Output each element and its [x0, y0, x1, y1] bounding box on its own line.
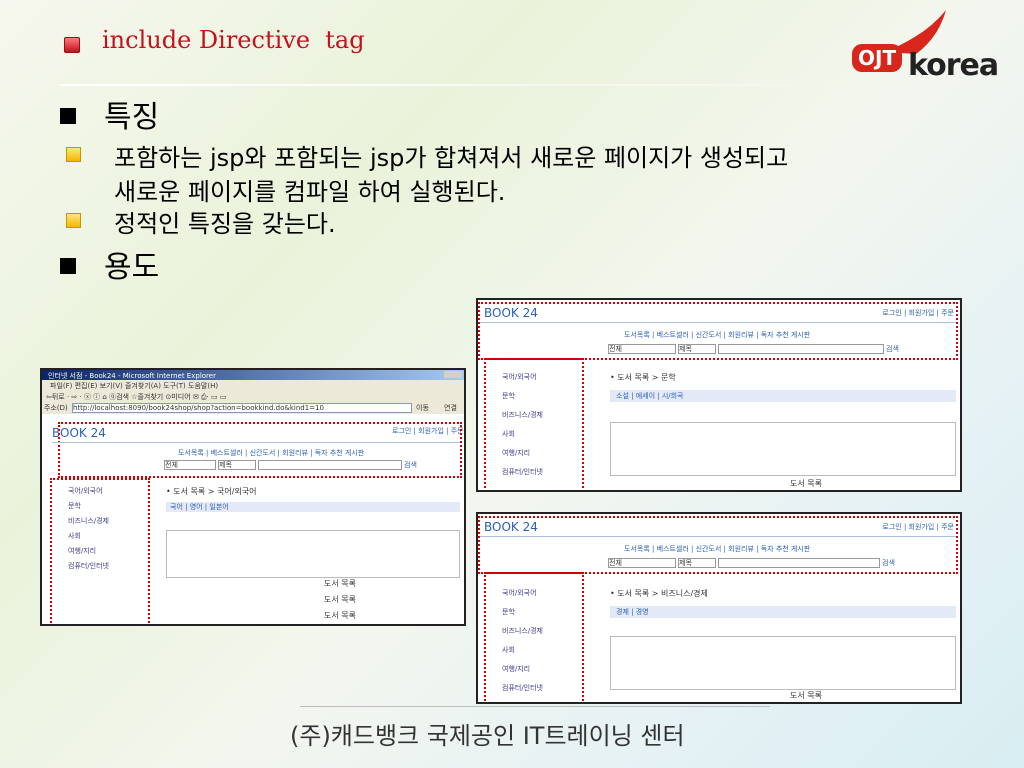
point-1-line-1: 포함하는 jsp와 포함되는 jsp가 합쳐져서 새로운 페이지가 생성되고 — [114, 144, 789, 172]
category-list: 국어/외국어 문학 비즈니스/경제 사회 여행/지리 컴퓨터/인터넷 — [68, 486, 109, 576]
category-item[interactable]: 사회 — [502, 645, 543, 664]
search-button[interactable]: 검색 — [886, 344, 899, 354]
window-titlebar: 인터넷 서점 - Book24 - Microsoft Internet Exp… — [42, 370, 464, 380]
section-heading-usage: 용도 — [104, 250, 160, 285]
toolbar[interactable]: ⇦뒤로 · ⇨ · ⓧ ⓘ ⌂ ⓠ검색 ☆즐겨찾기 ⊙미디어 ✉ ⎙· ▭ ▭ — [46, 392, 226, 402]
category-item[interactable]: 사회 — [502, 429, 543, 448]
browser-screenshot: 인터넷 서점 - Book24 - Microsoft Internet Exp… — [40, 368, 466, 626]
address-label: 주소(D) — [44, 404, 68, 412]
category-item[interactable]: 비즈니스/경제 — [502, 626, 543, 645]
search-button[interactable]: 검색 — [882, 558, 895, 568]
breadcrumb: • 도서 목록 > 문학 — [610, 373, 676, 382]
category-item[interactable]: 컴퓨터/인터넷 — [502, 467, 543, 486]
page-screenshot-literature: BOOK 24 로그인 | 회원가입 | 주문 도서목록 | 베스트셀러 | 신… — [476, 298, 962, 492]
category-item[interactable]: 사회 — [68, 531, 109, 546]
category-item[interactable]: 여행/지리 — [502, 448, 543, 467]
browser-chrome: 파일(F) 편집(E) 보기(V) 즐겨찾기(A) 도구(T) 도움말(H) ⇦… — [42, 380, 464, 414]
book-list-row[interactable]: 도서 목록 — [324, 594, 356, 605]
breadcrumb: • 도서 목록 > 비즈니스/경제 — [610, 589, 708, 598]
ojt-korea-logo: OJT korea — [846, 8, 1016, 88]
search-category-select[interactable]: 전체 — [608, 344, 676, 354]
content-box — [610, 636, 956, 690]
bullet-square-icon — [60, 258, 76, 274]
category-item[interactable]: 여행/지리 — [502, 664, 543, 683]
category-item[interactable]: 컴퓨터/인터넷 — [502, 683, 543, 702]
category-item[interactable]: 문학 — [502, 607, 543, 626]
category-list: 국어/외국어 문학 비즈니스/경제 사회 여행/지리 컴퓨터/인터넷 — [502, 588, 543, 702]
top-nav[interactable]: 도서목록 | 베스트셀러 | 신간도서 | 회원리뷰 | 독자 추천 게시판 — [624, 544, 810, 554]
menu-bar[interactable]: 파일(F) 편집(E) 보기(V) 즐겨찾기(A) 도구(T) 도움말(H) — [50, 381, 218, 391]
subcategory-bar[interactable]: 소설 | 에세이 | 시/희곡 — [610, 390, 956, 402]
search-input[interactable] — [718, 344, 884, 354]
category-item[interactable]: 비즈니스/경제 — [502, 410, 543, 429]
slide-title: include Directive tag — [102, 26, 365, 54]
page-screenshot-business: BOOK 24 로그인 | 회원가입 | 주문 도서목록 | 베스트셀러 | 신… — [476, 512, 962, 704]
category-item[interactable]: 여행/지리 — [68, 546, 109, 561]
book-list-row[interactable]: 도서 목록 — [790, 690, 822, 701]
book-list-row[interactable]: 도서 목록 — [324, 578, 356, 589]
point-1-line-2: 새로운 페이지를 컴파일 하여 실행된다. — [114, 178, 506, 206]
category-item[interactable]: 문학 — [502, 391, 543, 410]
category-item[interactable]: 국어/외국어 — [68, 486, 109, 501]
content-box — [610, 422, 956, 476]
go-button[interactable]: 이동 — [416, 403, 429, 413]
category-item[interactable]: 국어/외국어 — [502, 588, 543, 607]
search-category-select[interactable]: 전체 — [164, 460, 216, 470]
address-input[interactable]: http://localhost:8090/book24shop/shop?ac… — [72, 403, 412, 413]
category-item[interactable]: 문학 — [68, 501, 109, 516]
point-2: 정적인 특징을 갖는다. — [114, 210, 336, 238]
category-item[interactable]: 컴퓨터/인터넷 — [68, 561, 109, 576]
bullet-yellow-icon — [66, 213, 81, 228]
window-controls[interactable] — [444, 371, 462, 378]
search-field-select[interactable]: 제목 — [678, 558, 716, 568]
subcategory-bar[interactable]: 경제 | 경영 — [610, 606, 956, 618]
category-item[interactable]: 비즈니스/경제 — [68, 516, 109, 531]
header-rule — [52, 442, 460, 443]
links-button[interactable]: 연결 — [444, 403, 457, 413]
subcategory-bar[interactable]: 국어 | 영어 | 일본어 — [166, 502, 460, 512]
search-input[interactable] — [258, 460, 402, 470]
search-input[interactable] — [718, 558, 880, 568]
logo-ojt-text: OJT — [852, 44, 903, 72]
top-nav[interactable]: 도서목록 | 베스트셀러 | 신간도서 | 회원리뷰 | 독자 추천 게시판 — [178, 448, 364, 458]
content-box — [166, 530, 460, 578]
footer-text: (주)캐드뱅크 국제공인 IT트레이닝 센터 — [290, 722, 685, 750]
top-nav[interactable]: 도서목록 | 베스트셀러 | 신간도서 | 회원리뷰 | 독자 추천 게시판 — [624, 330, 810, 340]
category-item[interactable]: 국어/외국어 — [502, 372, 543, 391]
book-list-row[interactable]: 도서 목록 — [790, 478, 822, 489]
title-bullet-icon — [64, 37, 80, 53]
search-category-select[interactable]: 전체 — [608, 558, 676, 568]
book-list-row[interactable]: 도서 목록 — [324, 610, 356, 621]
footer-divider — [300, 706, 770, 707]
breadcrumb: • 도서 목록 > 국어/외국어 — [166, 487, 257, 496]
category-list: 국어/외국어 문학 비즈니스/경제 사회 여행/지리 컴퓨터/인터넷 — [502, 372, 543, 486]
search-button[interactable]: 검색 — [404, 460, 417, 470]
bullet-square-icon — [60, 108, 76, 124]
search-field-select[interactable]: 제목 — [218, 460, 256, 470]
bullet-yellow-icon — [66, 147, 81, 162]
search-field-select[interactable]: 제목 — [678, 344, 716, 354]
section-heading-features: 특징 — [104, 100, 160, 135]
logo-korea-text: korea — [908, 48, 999, 83]
